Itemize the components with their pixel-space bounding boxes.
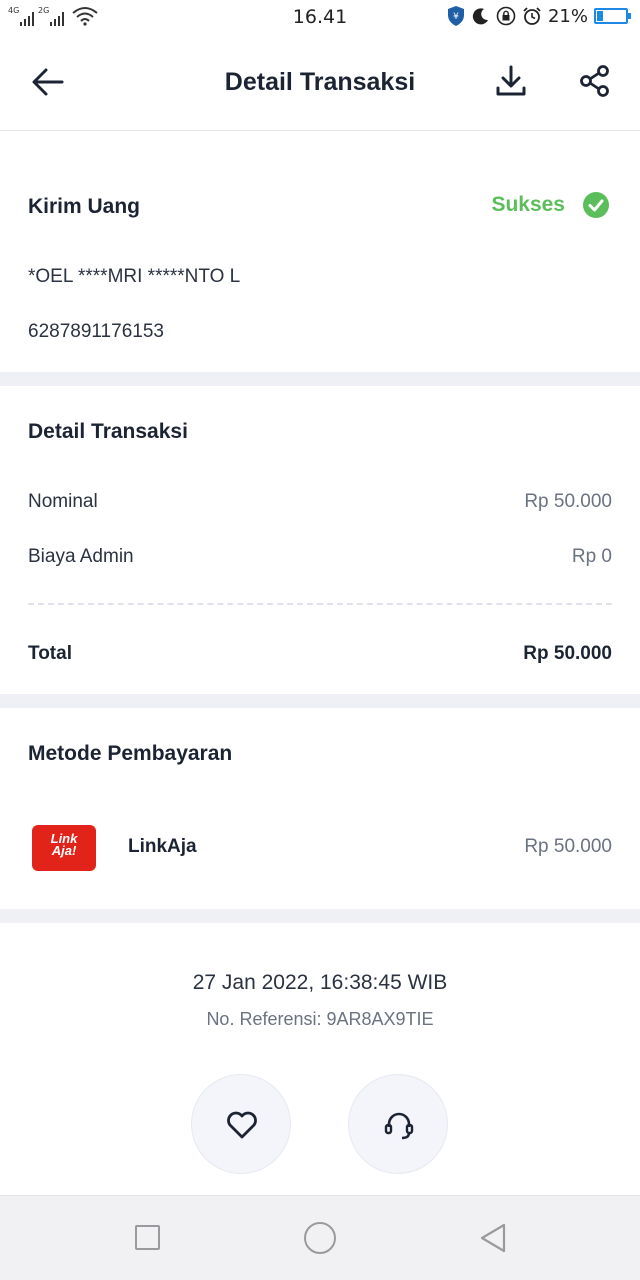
linkaja-logo: Link Aja!	[32, 825, 96, 871]
section-divider	[0, 909, 640, 923]
admin-fee-value: Rp 0	[571, 546, 612, 567]
transaction-type: Kirim Uang	[28, 195, 141, 218]
logo-text: Aja!	[51, 843, 77, 858]
nominal-label: Nominal	[28, 491, 98, 512]
nominal-value: Rp 50.000	[524, 491, 612, 512]
recents-icon[interactable]	[135, 1225, 160, 1250]
headset-icon	[384, 1112, 414, 1140]
alarm-icon	[523, 7, 541, 25]
details-title: Detail Transaksi	[28, 420, 188, 443]
home-icon[interactable]	[304, 1222, 336, 1254]
total-value: Rp 50.000	[523, 643, 612, 664]
system-nav-bar	[0, 1195, 640, 1280]
section-divider	[0, 372, 640, 386]
favorite-button[interactable]	[191, 1074, 291, 1174]
admin-fee-label: Biaya Admin	[28, 546, 134, 567]
share-icon[interactable]	[578, 64, 612, 98]
payment-amount: Rp 50.000	[524, 836, 612, 857]
page-title: Detail Transaksi	[224, 68, 416, 96]
recipient-name: *OEL ****MRI *****NTO L	[28, 266, 241, 287]
download-icon[interactable]	[494, 64, 528, 98]
section-divider	[0, 694, 640, 708]
dashed-divider	[28, 603, 612, 605]
battery-icon	[594, 8, 631, 24]
payment-method-title: Metode Pembayaran	[28, 742, 233, 765]
recipient-number: 6287891176153	[28, 321, 164, 342]
shield-icon: ¥	[447, 6, 464, 26]
help-button[interactable]	[348, 1074, 448, 1174]
lock-icon	[496, 6, 516, 26]
app-header: Detail Transaksi	[0, 34, 640, 131]
status-bar: 4G 2G 16.41 ¥ 21%	[0, 0, 640, 34]
total-label: Total	[28, 643, 72, 664]
heart-icon	[227, 1111, 257, 1139]
check-circle-icon	[583, 192, 609, 218]
status-badge: Sukses	[491, 193, 565, 216]
transaction-datetime: 27 Jan 2022, 16:38:45 WIB	[192, 971, 448, 994]
reference-number: No. Referensi: 9AR8AX9TIE	[206, 1009, 434, 1029]
svg-text:¥: ¥	[453, 12, 459, 22]
moon-icon	[472, 8, 488, 25]
battery-percent: 21%	[547, 5, 588, 27]
back-nav-icon[interactable]	[478, 1222, 508, 1254]
payment-method-name: LinkAja	[128, 836, 197, 857]
